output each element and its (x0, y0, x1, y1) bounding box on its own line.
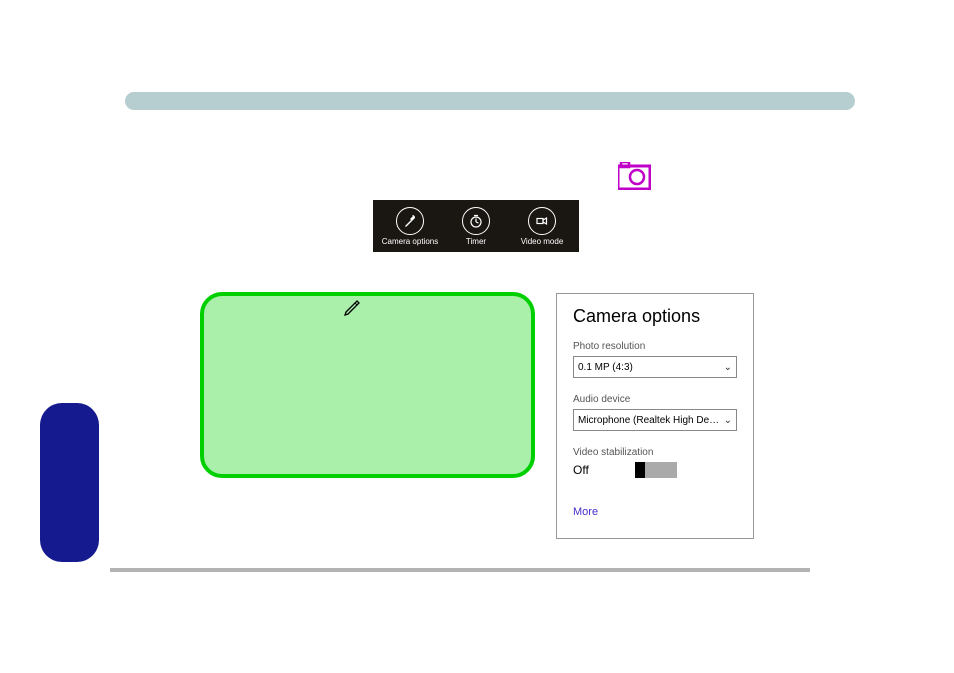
video-stabilization-value: Off (573, 463, 589, 477)
toolbar-video-mode[interactable]: Video mode (509, 207, 575, 246)
video-stabilization-toggle[interactable] (635, 462, 677, 478)
wrench-icon (396, 207, 424, 235)
camera-toolbar: Camera options Timer Video mode (373, 200, 579, 252)
photo-resolution-select[interactable]: 0.1 MP (4:3) ⌄ (573, 356, 737, 378)
timer-icon (462, 207, 490, 235)
edit-pen-icon (342, 299, 362, 319)
decorative-bottom-line (110, 568, 810, 572)
toolbar-label-timer: Timer (466, 237, 486, 246)
toolbar-timer[interactable]: Timer (443, 207, 509, 246)
toolbar-label-camera-options: Camera options (382, 237, 438, 246)
video-stabilization-label: Video stabilization (573, 447, 737, 458)
camera-app-icon (618, 162, 651, 190)
more-link[interactable]: More (573, 506, 737, 518)
audio-device-select[interactable]: Microphone (Realtek High Defin... ⌄ (573, 409, 737, 431)
audio-device-value: Microphone (Realtek High Defin... (578, 415, 720, 426)
panel-title: Camera options (573, 306, 737, 327)
chevron-down-icon: ⌄ (724, 362, 732, 373)
camera-options-panel: Camera options Photo resolution 0.1 MP (… (556, 293, 754, 539)
audio-device-label: Audio device (573, 394, 737, 405)
toolbar-label-video-mode: Video mode (521, 237, 564, 246)
highlight-region (200, 292, 535, 478)
photo-resolution-label: Photo resolution (573, 341, 737, 352)
chevron-down-icon: ⌄ (724, 415, 732, 426)
photo-resolution-value: 0.1 MP (4:3) (578, 362, 720, 373)
toolbar-camera-options[interactable]: Camera options (377, 207, 443, 246)
video-icon (528, 207, 556, 235)
toggle-thumb (635, 462, 645, 478)
decorative-top-bar (125, 92, 855, 110)
decorative-blue-pill (40, 403, 99, 562)
